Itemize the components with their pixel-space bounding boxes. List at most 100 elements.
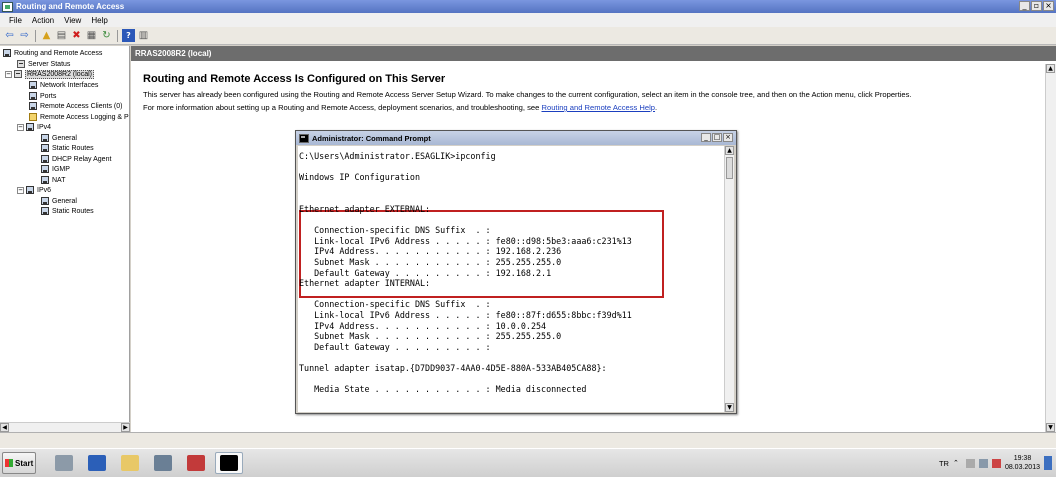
collapse-icon[interactable]: −: [17, 186, 24, 194]
up-folder-icon[interactable]: ▲: [40, 29, 53, 42]
scroll-up-icon[interactable]: ▲: [725, 146, 734, 155]
network-tray-icon[interactable]: [978, 458, 988, 468]
collapse-icon[interactable]: −: [17, 123, 24, 131]
tree-item-label: Static Routes: [52, 144, 94, 152]
tree-item-dhcp-relay-agent[interactable]: DHCP Relay Agent: [41, 154, 111, 164]
taskbar-command-prompt[interactable]: [215, 452, 243, 474]
tree-item-igmp[interactable]: IGMP: [41, 164, 70, 174]
taskbar-powershell[interactable]: [83, 452, 111, 474]
tree-item-ipv6[interactable]: − IPv6: [17, 185, 51, 195]
tree-item-ipv4[interactable]: − IPv4: [17, 122, 51, 132]
help-text-prefix: For more information about setting up a …: [143, 103, 542, 112]
show-desktop-icon[interactable]: [1044, 456, 1052, 470]
server-icon: [17, 60, 25, 68]
refresh-icon[interactable]: ↻: [100, 29, 113, 42]
tree-item-label: IPv4: [37, 123, 52, 131]
scroll-down-icon[interactable]: ▼: [725, 403, 734, 412]
minimize-button[interactable]: _: [1019, 1, 1030, 11]
action-center-flag-icon[interactable]: [965, 458, 975, 468]
network-icon: [41, 134, 49, 142]
console-tree: Routing and Remote Access Server Status …: [0, 46, 130, 422]
start-button[interactable]: Start: [2, 452, 36, 474]
tree-horizontal-scrollbar[interactable]: ◀ ▶: [0, 422, 130, 432]
tree-item-ipv4-general[interactable]: General: [41, 133, 77, 143]
show-hidden-icons-icon[interactable]: ⌃: [953, 459, 962, 468]
tree-item-ports[interactable]: Ports: [29, 91, 56, 101]
cmd-output-line: Default Gateway . . . . . . . . . : 192.…: [299, 267, 552, 278]
taskbar-explorer[interactable]: [116, 452, 144, 474]
details-vertical-scrollbar[interactable]: ▲ ▼: [1045, 64, 1056, 432]
cmd-output-line: Default Gateway . . . . . . . . . :: [299, 341, 491, 352]
network-icon: [26, 186, 34, 194]
menu-help[interactable]: Help: [86, 16, 112, 25]
delete-icon[interactable]: ✖: [70, 29, 83, 42]
help-icon[interactable]: ?: [122, 29, 135, 42]
forward-arrow-icon[interactable]: ⇨: [18, 29, 31, 42]
tree-item-root[interactable]: Routing and Remote Access: [3, 48, 102, 58]
menu-action[interactable]: Action: [27, 16, 59, 25]
cmd-maximize-button[interactable]: □: [712, 133, 722, 142]
language-indicator[interactable]: TR: [939, 459, 949, 468]
taskbar-server-manager[interactable]: [50, 452, 78, 474]
taskbar-rras[interactable]: [149, 452, 177, 474]
tree-item-nat[interactable]: NAT: [41, 175, 65, 185]
cmd-vertical-scrollbar[interactable]: ▲ ▼: [724, 146, 734, 412]
cmd-window-controls: _ □ ×: [701, 133, 733, 142]
network-icon: [41, 207, 49, 215]
properties-icon[interactable]: ▦: [85, 29, 98, 42]
window-titlebar[interactable]: Routing and Remote Access _ ▫ ×: [0, 0, 1056, 13]
taskbar: Start TR ⌃ 19:38 08.03.2013: [0, 448, 1056, 477]
help-text: For more information about setting up a …: [143, 103, 657, 112]
toolbar: ⇦ ⇨ ▲ ▤ ✖ ▦ ↻ ? ▥: [0, 27, 1056, 45]
tree-item-label: Remote Access Logging & P: [40, 113, 129, 121]
tree-item-server-status[interactable]: Server Status: [17, 59, 70, 69]
tree-item-ipv6-general[interactable]: General: [41, 196, 77, 206]
command-prompt-window[interactable]: Administrator: Command Prompt _ □ × C:\U…: [295, 130, 737, 414]
cmd-minimize-button[interactable]: _: [701, 133, 711, 142]
cmd-output-line: Media State . . . . . . . . . . . : Medi…: [299, 384, 587, 395]
cmd-close-button[interactable]: ×: [723, 133, 733, 142]
description-text: This server has already been configured …: [143, 90, 912, 99]
server-manager-icon: [55, 455, 73, 471]
console-view-icon[interactable]: ▥: [137, 29, 150, 42]
cmd-output-line: Link-local IPv6 Address . . . . . : fe80…: [299, 310, 632, 320]
tree-item-label: RRAS2008R2 (local): [25, 69, 94, 79]
cmd-output[interactable]: C:\Users\Administrator.ESAGLIK>ipconfig W…: [298, 146, 724, 412]
rras-icon: [154, 455, 172, 471]
tree-item-label: DHCP Relay Agent: [52, 155, 112, 163]
scroll-right-icon[interactable]: ▶: [121, 423, 130, 432]
cmd-title: Administrator: Command Prompt: [312, 133, 431, 143]
tree-item-label: Routing and Remote Access: [14, 49, 103, 57]
server-icon: [14, 70, 22, 78]
network-icon: [41, 197, 49, 205]
clock[interactable]: 19:38 08.03.2013: [1005, 454, 1040, 472]
cmd-output-line: Tunnel adapter isatap.{D7DD9037-4AA0-4D5…: [299, 363, 607, 373]
scroll-up-icon[interactable]: ▲: [1046, 64, 1055, 73]
clock-date: 08.03.2013: [1004, 464, 1040, 471]
menu-view[interactable]: View: [59, 16, 86, 25]
folder-icon: [121, 455, 139, 471]
scroll-thumb[interactable]: [726, 157, 733, 179]
rras-app-icon: [2, 1, 13, 12]
restore-button[interactable]: ▫: [1031, 1, 1042, 11]
rras-help-link[interactable]: Routing and Remote Access Help: [541, 103, 655, 112]
scroll-down-icon[interactable]: ▼: [1046, 423, 1055, 432]
collapse-icon[interactable]: −: [5, 70, 12, 78]
tree-item-remote-access-logging[interactable]: Remote Access Logging & P: [29, 112, 129, 122]
status-bar: [0, 432, 1056, 448]
cmd-titlebar[interactable]: Administrator: Command Prompt _ □ ×: [296, 131, 736, 145]
tree-item-ipv4-static-routes[interactable]: Static Routes: [41, 143, 94, 153]
scroll-left-icon[interactable]: ◀: [0, 423, 9, 432]
details-header: RRAS2008R2 (local): [131, 46, 1056, 61]
tree-item-network-interfaces[interactable]: Network Interfaces: [29, 80, 98, 90]
show-hide-tree-icon[interactable]: ▤: [55, 29, 68, 42]
tree-item-ipv6-static-routes[interactable]: Static Routes: [41, 206, 94, 216]
volume-icon[interactable]: [991, 458, 1001, 468]
tree-item-remote-access-clients[interactable]: Remote Access Clients (0): [29, 101, 122, 111]
tree-item-server[interactable]: − RRAS2008R2 (local): [5, 69, 94, 79]
taskbar-toolbox[interactable]: [182, 452, 210, 474]
close-button[interactable]: ×: [1043, 1, 1054, 11]
back-arrow-icon[interactable]: ⇦: [3, 29, 16, 42]
tree-item-label: Remote Access Clients (0): [40, 102, 123, 110]
menu-file[interactable]: File: [4, 16, 27, 25]
